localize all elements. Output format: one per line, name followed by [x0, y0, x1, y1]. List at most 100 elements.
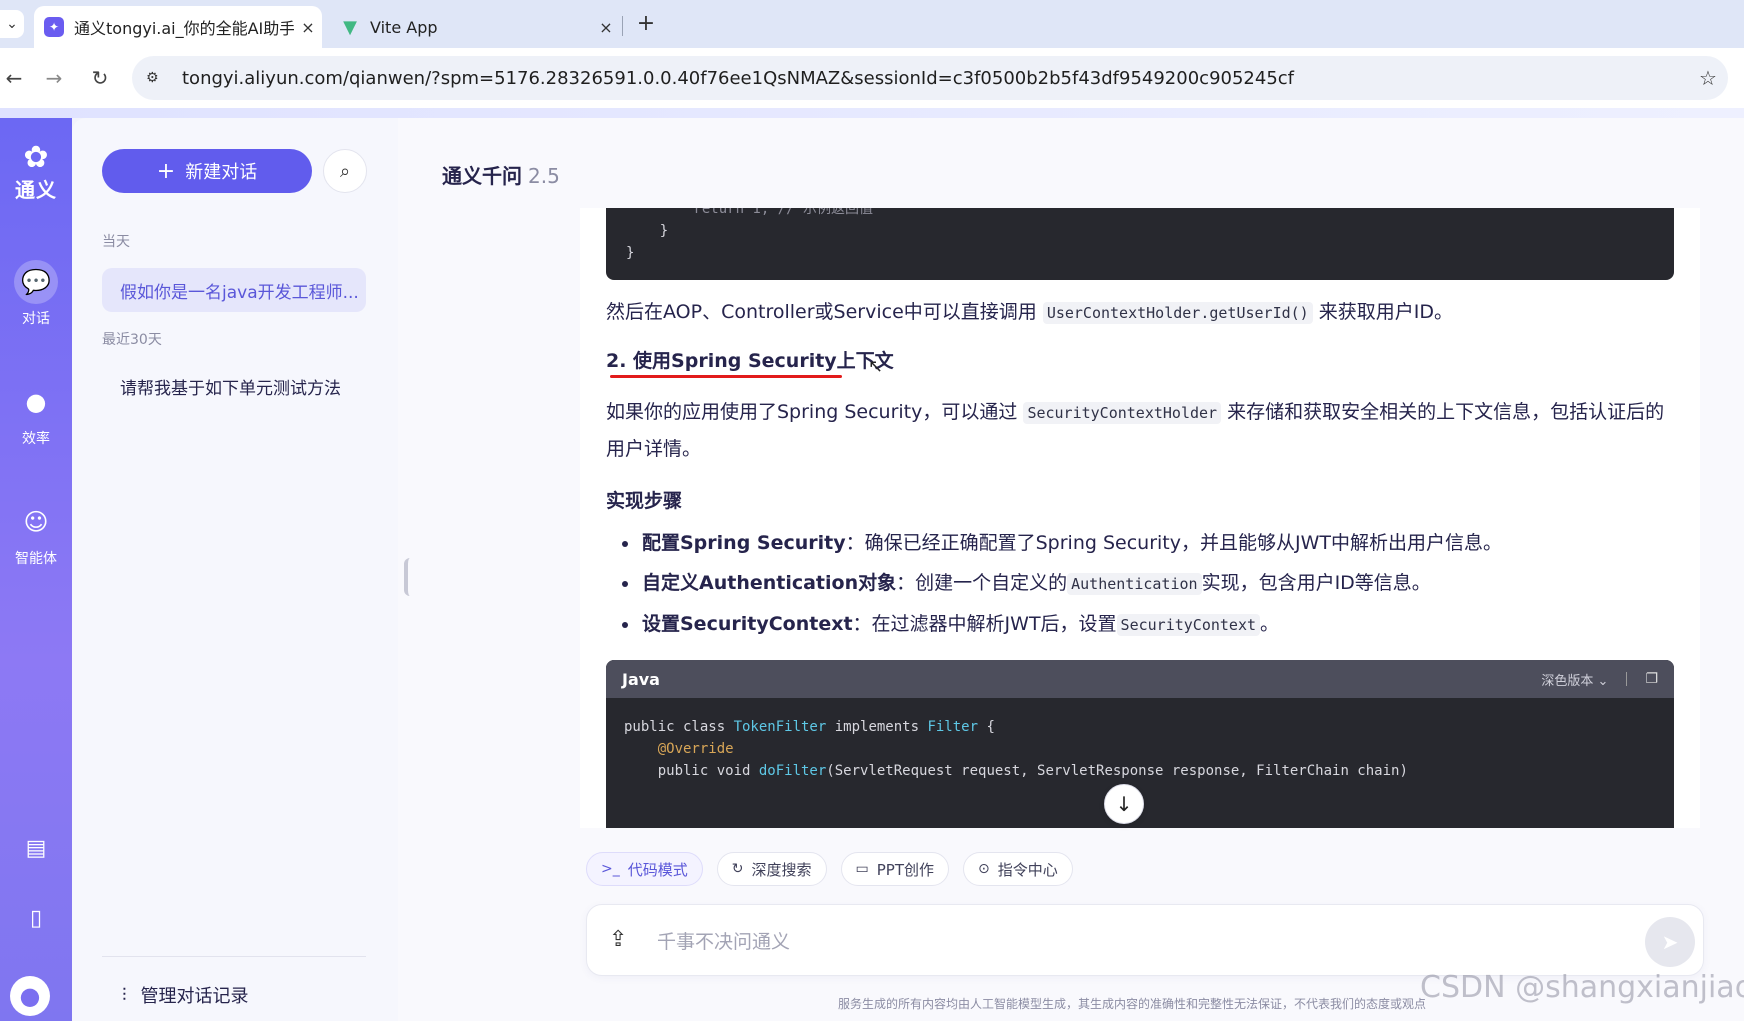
- text-run: 如果你的应用使用了Spring Security，可以通过: [606, 401, 1018, 423]
- bullet-dot: [622, 622, 628, 628]
- rail-item-agent[interactable]: ☺ 智能体: [0, 500, 72, 568]
- logo-text: 通义: [15, 178, 57, 202]
- sliders-icon: ⫶: [122, 984, 127, 1006]
- tab-vite-app[interactable]: ▼ Vite App ×: [330, 6, 620, 48]
- code-token: public void: [624, 763, 759, 779]
- code-language: Java: [622, 669, 660, 689]
- rail-item-label: 智能体: [15, 551, 57, 567]
- reload-icon[interactable]: ↻: [86, 64, 114, 92]
- disclaimer-text: 服务生成的所有内容均由人工智能模型生成，其生成内容的准确性和完整性无法保证，不代…: [838, 997, 1427, 1011]
- code-token: implements: [826, 719, 928, 735]
- back-arrow-icon[interactable]: ←: [0, 64, 28, 92]
- chip-label: 代码模式: [627, 860, 688, 879]
- list-item: 配置Spring Security：确保已经正确配置了Spring Securi…: [622, 528, 1662, 558]
- manage-history-button[interactable]: ⫶ 管理对话记录: [122, 982, 249, 1008]
- code-token: Filter: [927, 719, 979, 735]
- document-icon[interactable]: ▤: [0, 836, 72, 861]
- code-token: (ServletRequest request, ServletResponse…: [826, 763, 1408, 779]
- upload-icon[interactable]: ⇪: [609, 927, 627, 952]
- text-run: 来获取用户ID。: [1318, 301, 1453, 323]
- list-item: 自定义Authentication对象：创建一个自定义的 Authenticati…: [622, 568, 1662, 599]
- browser-toolbar: ← → ↻ ⚙ tongyi.aliyun.com/qianwen/?spm=5…: [0, 48, 1744, 108]
- theme-dropdown[interactable]: 深色版本 ⌄: [1541, 670, 1608, 689]
- code-line: return 1; // 示例返回值: [626, 208, 874, 217]
- bullet-text: 实现，包含用户ID等信息。: [1201, 572, 1431, 594]
- tab-search-chevron-icon[interactable]: ⌄: [0, 10, 24, 38]
- plus-icon: +: [156, 158, 176, 184]
- code-line: }: [626, 223, 669, 239]
- new-chat-label: 新建对话: [185, 162, 258, 183]
- bullet-text: ：确保已经正确配置了Spring Security，并且能够从JWT中解析出用户…: [845, 532, 1502, 554]
- section-label-recent: 最近30天: [102, 332, 162, 348]
- chip-code-mode[interactable]: >_ 代码模式: [586, 852, 703, 886]
- send-icon: ➤: [1661, 930, 1679, 954]
- bulb-icon: ●: [25, 388, 47, 416]
- bullet-dot: [622, 581, 628, 587]
- terminal-icon: >_: [601, 861, 620, 877]
- chip-ppt[interactable]: ▭ PPT创作: [840, 852, 949, 886]
- arrow-down-icon: ↓: [1115, 792, 1133, 816]
- rail-item-label: 效率: [22, 431, 50, 447]
- bullet-dot: [622, 541, 628, 547]
- tongyi-favicon-icon: ✦: [44, 17, 64, 37]
- bullet-bold: 自定义Authentication对象: [642, 572, 897, 594]
- inline-code: Authentication: [1067, 573, 1202, 595]
- sidebar-collapse-handle[interactable]: [404, 558, 412, 596]
- chat-input[interactable]: 千事不决问通义: [657, 927, 790, 954]
- send-button[interactable]: ➤: [1645, 917, 1695, 967]
- rail-item-efficiency[interactable]: ● 效率: [0, 380, 72, 448]
- chat-input-box[interactable]: ⇪ 千事不决问通义 ➤: [586, 904, 1704, 976]
- chip-label: 深度搜索: [751, 860, 812, 879]
- history-item[interactable]: 请帮我基于如下单元测试方法: [102, 364, 366, 408]
- presentation-icon: ▭: [855, 861, 869, 877]
- address-bar[interactable]: ⚙ tongyi.aliyun.com/qianwen/?spm=5176.28…: [132, 56, 1728, 100]
- chip-command-center[interactable]: ⊙ 指令中心: [963, 852, 1073, 886]
- command-icon: ⊙: [978, 861, 990, 877]
- search-button[interactable]: ⌕: [323, 149, 367, 193]
- copy-icon[interactable]: ❐: [1645, 671, 1658, 687]
- model-title: 通义千问 2.5: [442, 160, 560, 189]
- page-top-strip: [0, 108, 1744, 118]
- code-body: public class TokenFilter implements Filt…: [606, 698, 1674, 800]
- code-token: doFilter: [758, 763, 827, 779]
- tab-title: Vite App: [370, 17, 438, 37]
- history-item[interactable]: 假如你是一名java开发工程师...: [102, 268, 366, 312]
- text-run: 然后在AOP、Controller或Service中可以直接调用: [606, 301, 1037, 323]
- tab-separator: [622, 16, 623, 36]
- paragraph: 如果你的应用使用了Spring Security，可以通过 SecurityCo…: [606, 394, 1666, 467]
- model-name: 通义千问: [442, 164, 522, 188]
- chip-deep-search[interactable]: ↻ 深度搜索: [716, 852, 827, 886]
- inline-code: SecurityContextHolder: [1023, 402, 1222, 424]
- chevron-down-icon: ⌄: [1597, 673, 1609, 689]
- tab-close-icon[interactable]: ×: [592, 18, 620, 37]
- code-token: {: [978, 719, 995, 735]
- red-underline-annotation: [610, 375, 842, 378]
- mouse-cursor-icon: ↖: [868, 356, 884, 377]
- bullet-text: ：创建一个自定义的: [896, 572, 1068, 594]
- header-divider: [1626, 672, 1628, 686]
- list-item: 设置SecurityContext：在过滤器中解析JWT后，设置 Security…: [622, 609, 1662, 640]
- sidebar-divider: [102, 956, 366, 957]
- tongyi-logo-icon: ✿: [23, 140, 49, 175]
- rail-item-chat[interactable]: 💬 对话: [0, 260, 72, 328]
- model-version: 2.5: [528, 164, 560, 188]
- address-url[interactable]: tongyi.aliyun.com/qianwen/?spm=5176.2832…: [182, 68, 1688, 89]
- tab-tongyi[interactable]: ✦ 通义tongyi.ai_你的全能AI助手 ×: [34, 6, 322, 48]
- new-tab-button[interactable]: +: [634, 12, 658, 36]
- mobile-icon[interactable]: ▯: [0, 906, 72, 931]
- user-avatar[interactable]: ●: [10, 976, 50, 1016]
- scroll-to-bottom-button[interactable]: ↓: [1104, 784, 1144, 824]
- code-block-tail: return 1; // 示例返回值 } }: [606, 208, 1674, 280]
- bookmark-star-icon[interactable]: ☆: [1688, 66, 1728, 90]
- tab-close-icon[interactable]: ×: [294, 18, 322, 37]
- new-chat-button[interactable]: + 新建对话: [102, 149, 312, 193]
- chat-icon: 💬: [14, 260, 58, 304]
- code-token: public class: [624, 719, 734, 735]
- search-icon: ⌕: [339, 160, 351, 182]
- watermark-text: CSDN @shangxianjiao: [1420, 970, 1744, 1005]
- tongyi-logo[interactable]: ✿ 通义: [0, 142, 72, 203]
- code-token: @Override: [624, 741, 734, 757]
- subheading: 实现步骤: [606, 490, 683, 512]
- forward-arrow-icon[interactable]: →: [40, 64, 68, 92]
- site-settings-icon[interactable]: ⚙: [146, 70, 168, 86]
